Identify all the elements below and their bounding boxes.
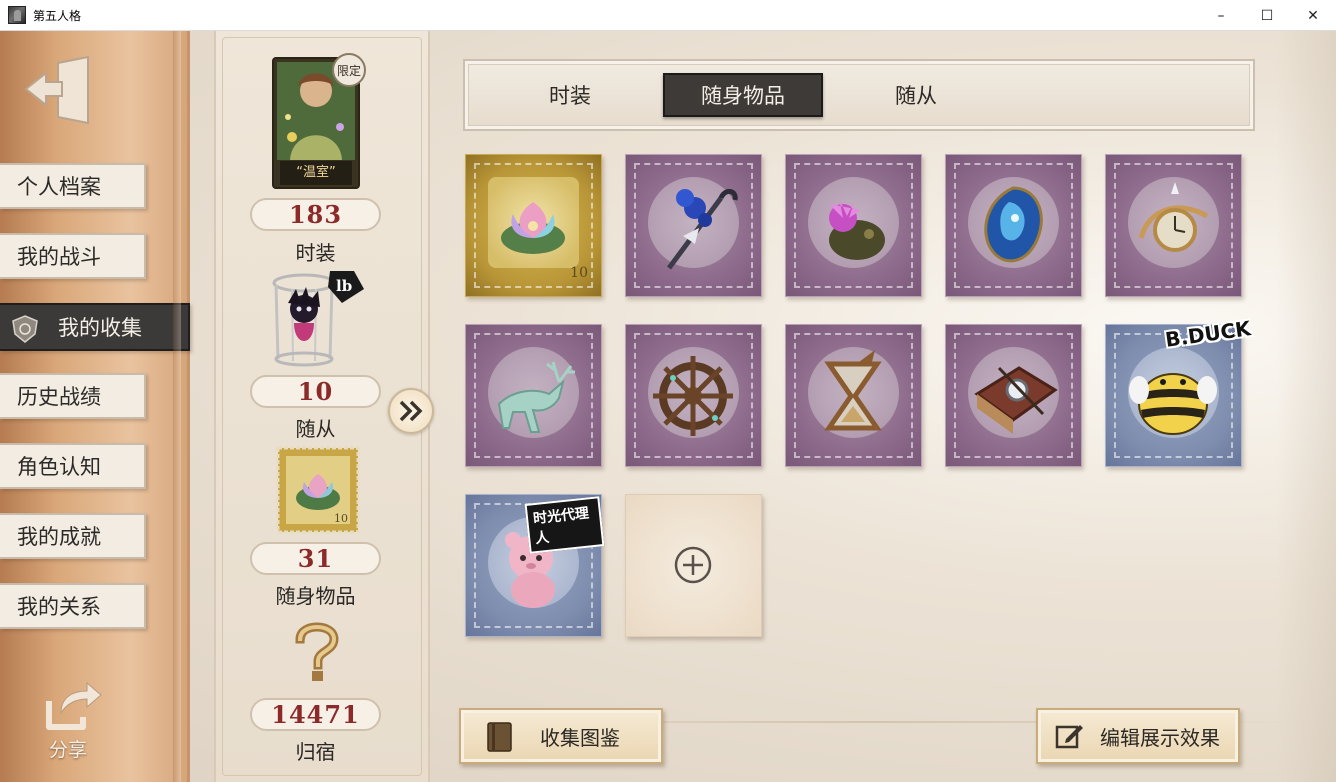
sidebar-item-label: 我的关系: [17, 595, 101, 619]
right-edge-shade: [1276, 31, 1336, 782]
item-tile-pocket-watch[interactable]: [1105, 154, 1242, 297]
destiny-count-label: 归宿: [295, 740, 336, 764]
item-tile-crystal-heart[interactable]: [945, 154, 1082, 297]
book-icon: [487, 722, 512, 752]
book-compass-icon: [974, 366, 1058, 434]
value-mark: 10: [570, 265, 588, 281]
shield-emblem-icon: [12, 315, 38, 343]
item-tile-deer[interactable]: [465, 324, 602, 467]
item-tile-bee-plush[interactable]: B.DUCK: [1105, 316, 1252, 467]
item-tile-pink-bear[interactable]: 时光代理人: [465, 494, 605, 637]
item-tile-blue-rose-cane[interactable]: [625, 154, 762, 297]
thistle-icon: [829, 198, 885, 260]
accessory-count-label: 随身物品: [275, 584, 356, 608]
collection-guide-label: 收集图鉴: [540, 725, 620, 750]
sidebar-item-character-mastery[interactable]: 角色认知: [0, 443, 146, 489]
window-controls: – ☐ ✕: [1198, 0, 1336, 31]
sidebar-item-label: 我的收集: [58, 316, 142, 340]
sidebar-item-profile[interactable]: 个人档案: [0, 163, 146, 209]
share-button[interactable]: 分享: [30, 679, 106, 761]
sidebar-item-label: 我的战斗: [17, 245, 101, 269]
minimize-button[interactable]: –: [1198, 0, 1244, 31]
pocket-watch-icon: [1138, 182, 1209, 252]
share-icon: [46, 681, 102, 730]
sidebar-item-history[interactable]: 历史战绩: [0, 373, 146, 419]
item-tile-empty-slot[interactable]: [625, 494, 762, 637]
accessory-image[interactable]: 10: [276, 446, 360, 534]
sidebar-item-label: 个人档案: [17, 175, 101, 199]
crystal-heart-icon: [984, 186, 1043, 263]
deer-icon: [497, 361, 575, 433]
item-tile-lotus[interactable]: 10: [465, 154, 602, 297]
lotus-accessory-icon: 10: [276, 446, 360, 534]
tab-followers[interactable]: 随从: [861, 73, 971, 117]
costume-count-label: 时装: [295, 241, 336, 265]
edit-display-button[interactable]: 编辑展示效果: [1036, 708, 1240, 764]
follower-count: 10: [250, 375, 381, 408]
app-icon: [8, 6, 26, 24]
blue-rose-cane-icon: [666, 189, 738, 270]
costume-name: “温室”: [296, 165, 336, 180]
window-titlebar: 第五人格 – ☐ ✕: [0, 0, 1336, 31]
costume-count: 183: [250, 198, 381, 231]
follower-count-label: 随从: [295, 417, 336, 441]
accessory-value-mark: 10: [334, 512, 348, 525]
destiny-count: 14471: [250, 698, 381, 731]
window-title: 第五人格: [33, 8, 82, 23]
tab-accessories[interactable]: 随身物品: [663, 73, 823, 117]
item-tile-ship-wheel[interactable]: [625, 324, 762, 467]
expand-button[interactable]: [388, 388, 434, 434]
item-tile-thistle[interactable]: [785, 154, 922, 297]
sidebar-item-collection[interactable]: 我的收集: [0, 303, 190, 351]
close-button[interactable]: ✕: [1290, 0, 1336, 31]
item-tile-hourglass[interactable]: [785, 324, 922, 467]
follower-image[interactable]: lb: [266, 267, 366, 367]
link-click-tag: 时光代理人: [524, 496, 605, 554]
accessory-count: 31: [250, 542, 381, 575]
item-tile-book-compass[interactable]: [945, 324, 1082, 467]
double-chevron-right-icon: [399, 400, 423, 422]
tab-costumes[interactable]: 时装: [515, 73, 625, 117]
bee-plush-icon: [1129, 373, 1217, 435]
sidebar-item-battles[interactable]: 我的战斗: [0, 233, 146, 279]
edit-display-label: 编辑展示效果: [1100, 725, 1220, 750]
sidebar-item-label: 我的成就: [17, 525, 101, 549]
question-mark-icon: [295, 622, 339, 681]
destiny-image[interactable]: [290, 619, 344, 683]
maximize-button[interactable]: ☐: [1244, 0, 1290, 31]
share-label: 分享: [48, 739, 87, 761]
sidebar-item-label: 历史战绩: [17, 385, 101, 409]
costume-card[interactable]: 限定 “温室”: [272, 53, 366, 189]
exit-door-icon: [24, 55, 89, 125]
exit-button[interactable]: [22, 53, 94, 127]
sidebar-item-relations[interactable]: 我的关系: [0, 583, 146, 629]
add-icon: [674, 546, 712, 584]
ship-wheel-icon: [653, 356, 733, 436]
hourglass-icon: [824, 350, 882, 431]
follower-tag: lb: [336, 277, 352, 295]
tab-bar: 时装 随身物品 随从: [463, 59, 1255, 131]
caged-follower-icon: lb: [272, 271, 364, 367]
limited-badge: 限定: [332, 53, 366, 87]
sidebar-item-label: 角色认知: [17, 455, 101, 479]
edit-icon: [1055, 725, 1083, 749]
collection-guide-button[interactable]: 收集图鉴: [459, 708, 663, 764]
game-view: 个人档案 我的战斗 我的收集 历史战绩 角色认知 我的成就 我的关系 分享 限定…: [0, 31, 1336, 782]
sidebar: 个人档案 我的战斗 我的收集 历史战绩 角色认知 我的成就 我的关系 分享: [0, 31, 190, 782]
sidebar-item-achievements[interactable]: 我的成就: [0, 513, 146, 559]
